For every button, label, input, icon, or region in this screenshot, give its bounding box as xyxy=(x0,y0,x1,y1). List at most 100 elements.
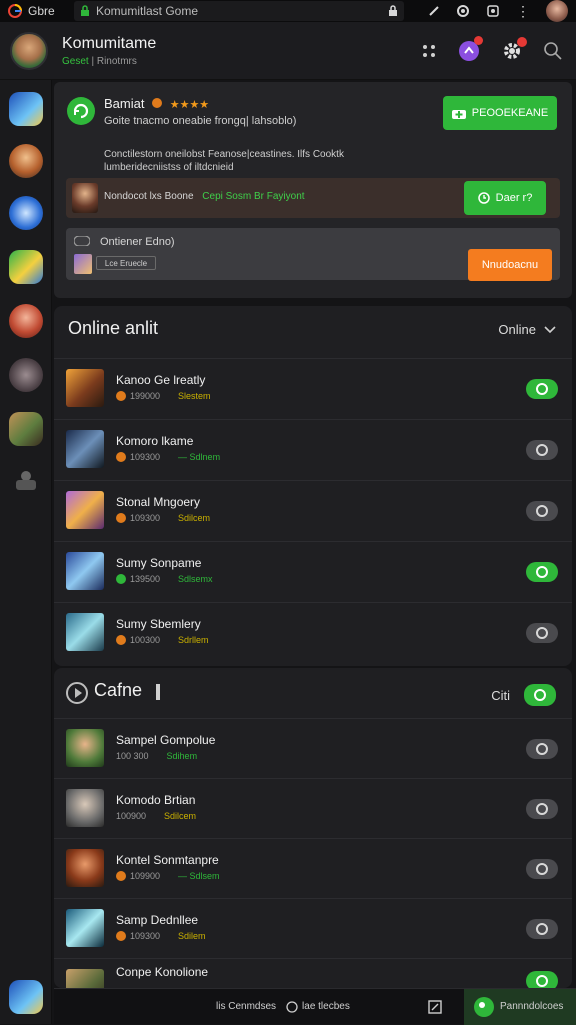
url-bar[interactable]: Komumitlast Gome xyxy=(74,1,404,21)
record-icon[interactable] xyxy=(456,4,470,18)
invite-label: Nondocot lxs Boone Cepi Sosm Br Fayiyont xyxy=(104,191,305,202)
extension-icon[interactable] xyxy=(486,4,500,18)
app-label: Gbre xyxy=(28,4,55,18)
lock-icon xyxy=(80,5,90,17)
online-dropdown[interactable]: Online xyxy=(498,322,556,337)
list-item[interactable]: Stonal Mngoery 109300 Sdilcem xyxy=(54,480,572,541)
item-toggle[interactable] xyxy=(526,971,558,988)
list-item[interactable]: Kanoo Ge lreatly 199000 Slestem xyxy=(54,358,572,419)
list-item[interactable]: Sampel Gompolue 100 300 Sdihem xyxy=(54,718,572,779)
toggle-icon[interactable] xyxy=(74,236,90,246)
rail-item-gray[interactable] xyxy=(9,358,43,392)
coin-icon xyxy=(152,98,163,108)
game-thumbnail xyxy=(66,430,104,468)
coin-icon xyxy=(116,931,126,941)
search-icon[interactable] xyxy=(544,41,562,60)
toggle-knob xyxy=(536,627,548,639)
list-item[interactable]: Kontel Sonmtanpre 109900 — Sdlsem xyxy=(54,838,572,899)
toggle-knob xyxy=(536,505,548,517)
item-count: 139500 xyxy=(130,574,161,584)
item-toggle[interactable] xyxy=(526,379,558,399)
profile-icon[interactable] xyxy=(546,0,568,22)
item-toggle[interactable] xyxy=(526,859,558,879)
item-name: Conpe Konolione xyxy=(116,965,209,979)
item-count: 109300 xyxy=(130,452,161,462)
coin-icon xyxy=(116,452,126,462)
browser-status-bar: Gbre Komumitlast Gome ⋮ xyxy=(0,0,576,22)
item-name: Komoro lkame xyxy=(116,434,194,448)
coin-icon xyxy=(116,574,126,584)
more-icon[interactable]: ⋮ xyxy=(516,3,530,20)
section-toggle[interactable] xyxy=(524,684,556,706)
rail-item-blue[interactable] xyxy=(9,92,43,126)
toggle-knob xyxy=(536,566,548,578)
game-thumbnail xyxy=(66,969,104,988)
promo-text-line2: lumberidecniistss of iltdcnieid xyxy=(104,162,234,173)
invite-row: Nondocot lxs Boone Cepi Sosm Br Fayiyont… xyxy=(66,178,560,218)
status-thumb xyxy=(74,254,92,274)
item-toggle[interactable] xyxy=(526,919,558,939)
grid-icon[interactable] xyxy=(422,44,436,58)
play-icon[interactable] xyxy=(66,682,88,704)
section-title: Cafne xyxy=(94,680,143,700)
promo-panel: Bamiat ★★★★ Goite tnacmo oneabie frongq|… xyxy=(54,82,572,298)
item-name: Samp Dednllee xyxy=(116,913,199,927)
item-meta: 100300 Sdrllem xyxy=(116,635,209,645)
item-count: 100 300 xyxy=(116,751,149,761)
toggle-knob xyxy=(536,975,548,987)
settings-icon[interactable] xyxy=(502,36,527,61)
game-thumbnail xyxy=(66,613,104,651)
item-toggle[interactable] xyxy=(526,501,558,521)
item-toggle[interactable] xyxy=(526,799,558,819)
item-name: Komodo Brtian xyxy=(116,793,196,807)
item-note: — Sdlnem xyxy=(178,452,221,462)
rail-item-face[interactable] xyxy=(9,412,43,446)
item-toggle[interactable] xyxy=(526,440,558,460)
bottom-left-label[interactable]: lis Cenmdses xyxy=(216,1001,276,1012)
status-tag: Lce Eruecle xyxy=(96,256,156,270)
item-toggle[interactable] xyxy=(526,562,558,582)
user-avatar[interactable] xyxy=(10,31,48,70)
expand-icon[interactable] xyxy=(428,999,442,1014)
item-note: Sdlsemx xyxy=(178,574,213,584)
subtitle-rest: | Rinotmrs xyxy=(91,55,137,67)
bottom-action[interactable]: Pannndolcoes xyxy=(464,988,576,1025)
rail-item-avatar[interactable] xyxy=(9,144,43,178)
toggle-knob xyxy=(536,383,548,395)
google-icon[interactable] xyxy=(8,4,22,18)
rail-item-portrait[interactable] xyxy=(9,304,43,338)
item-name: Sumy Sbemlery xyxy=(116,617,201,631)
toggle-knob xyxy=(536,803,548,815)
promo-button[interactable]: PEOOEKEANE xyxy=(443,96,557,130)
coin-icon xyxy=(116,391,126,401)
rail-item-map[interactable] xyxy=(9,250,43,284)
list-item[interactable]: Conpe Konolione xyxy=(54,958,572,988)
padlock-icon[interactable] xyxy=(388,5,398,17)
list-item[interactable]: Komodo Brtian 100900 Sdilcem xyxy=(54,778,572,839)
item-note: Sdrllem xyxy=(178,635,209,645)
invite-label-green: Cepi Sosm Br Fayiyont xyxy=(202,191,305,202)
edit-icon[interactable] xyxy=(428,5,440,17)
promo-text-line1: Conctilestorn oneilobst Feanose|ceastine… xyxy=(104,149,344,160)
subtitle-green: Geset xyxy=(62,55,89,67)
game-thumbnail xyxy=(66,789,104,827)
bottom-middle-label[interactable]: lae tlecbes xyxy=(302,1001,350,1012)
list-item[interactable]: Sumy Sonpame 139500 Sdlsemx xyxy=(54,541,572,602)
rail-item-rocket[interactable] xyxy=(9,196,43,230)
item-meta: 109300 Sdilcem xyxy=(116,513,210,523)
list-item[interactable]: Samp Dednllee 109300 Sdilem xyxy=(54,898,572,959)
item-note: — Sdlsem xyxy=(178,871,220,881)
add-server-icon[interactable] xyxy=(9,464,43,498)
rail-item-bottom[interactable] xyxy=(9,980,43,1014)
list-item[interactable]: Komoro lkame 109300 — Sdlnem xyxy=(54,419,572,480)
item-toggle[interactable] xyxy=(526,739,558,759)
section-title: Online anlit xyxy=(68,318,159,338)
invite-button[interactable]: Daer r? xyxy=(464,181,546,215)
item-toggle[interactable] xyxy=(526,623,558,643)
dropdown-label: Online xyxy=(498,322,536,337)
game-controller-icon xyxy=(474,996,494,1017)
chat-icon[interactable] xyxy=(458,35,483,62)
list-item[interactable]: Sumy Sbemlery 100300 Sdrllem xyxy=(54,602,572,663)
url-text: Komumitlast Gome xyxy=(96,4,199,18)
status-button[interactable]: Nnudoacnu xyxy=(468,249,552,281)
